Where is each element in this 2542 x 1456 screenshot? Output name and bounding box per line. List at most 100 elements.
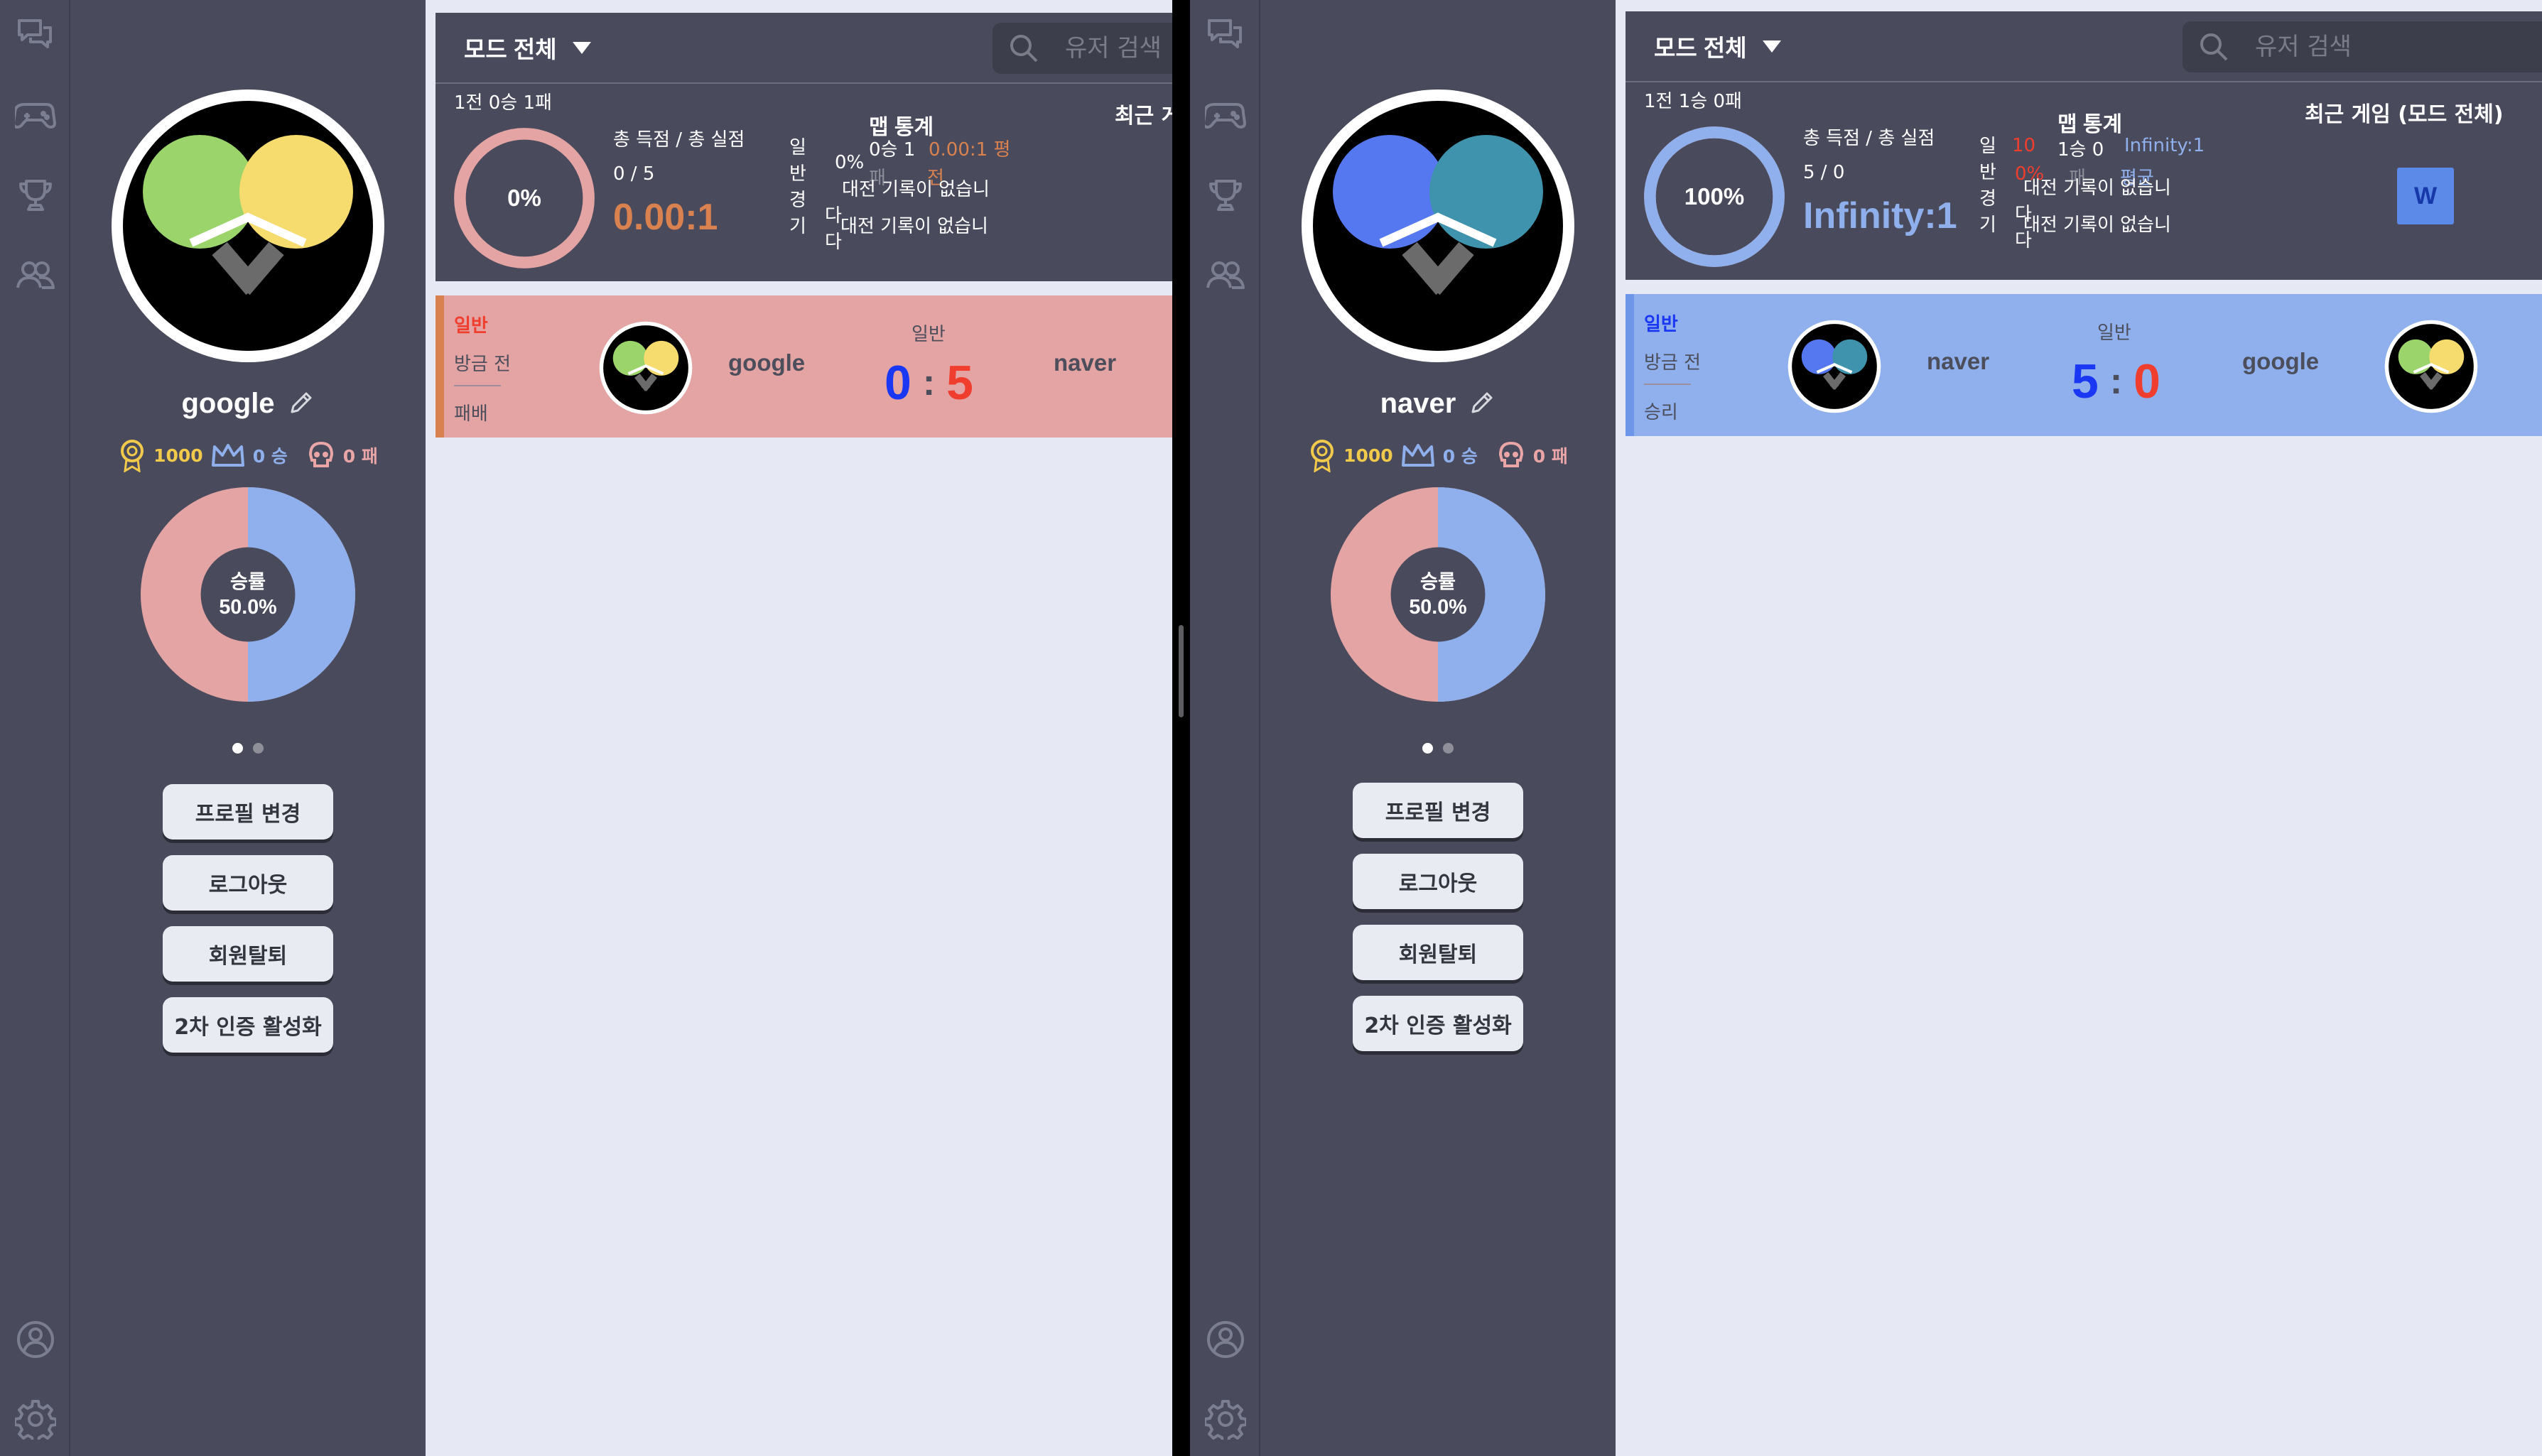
mode-dropdown[interactable]: 모드 전체 (1654, 27, 1781, 65)
dropdown-arrow-icon (572, 41, 591, 54)
user-stats: 1000 0 승 0 패 (1260, 438, 1616, 473)
mode-dropdown[interactable]: 모드 전체 (464, 28, 591, 67)
map-line1-a: 10 (2012, 135, 2036, 156)
edit-profile-button[interactable]: 프로필 변경 (1353, 783, 1523, 838)
vchar: 반 (1979, 162, 1996, 183)
player1-avatar[interactable] (1786, 318, 1883, 415)
match-result: 승리 (1644, 402, 1678, 423)
match-time: 방금 전 (1644, 352, 1702, 374)
player1-name[interactable]: naver (1927, 348, 1989, 375)
wins-count: 0 승 (252, 446, 288, 467)
carousel-dots[interactable] (70, 743, 426, 754)
map-line1-b: 1승 0 (2057, 139, 2104, 161)
carousel-dot-active[interactable] (232, 743, 243, 754)
rating-value: 1000 (1343, 445, 1393, 466)
profile-sidebar: google 1000 0 승 0 패 승률 50.0% 프로필 변경 로그아웃… (70, 0, 426, 1456)
vchar: 기 (1979, 214, 1996, 236)
carousel-dot[interactable] (253, 743, 264, 754)
gamepad-icon[interactable] (1203, 92, 1248, 138)
carousel-dot-active[interactable] (1422, 743, 1433, 754)
stats-panel: 1전 1승 0패 100% 총 득점 / 총 실점 5 / 0 Infinity… (1626, 81, 2542, 280)
no-record-1: 대전 기록이 없습니 (842, 179, 990, 200)
enable-2fa-button[interactable]: 2차 인증 활성화 (163, 997, 333, 1053)
divider (1644, 384, 1691, 385)
carousel-dots[interactable] (1260, 743, 1616, 754)
vchar: 경 (1979, 188, 1996, 210)
edit-pencil-icon[interactable] (286, 389, 315, 418)
player1-name[interactable]: google (728, 349, 805, 376)
recent-games-title: 최근 게 (1115, 104, 1172, 129)
player2-avatar[interactable] (2383, 318, 2479, 415)
username-row: naver (1260, 384, 1616, 423)
profile-icon[interactable] (1203, 1317, 1248, 1362)
points-value: 5 / 0 (1803, 162, 1845, 183)
winrate-value: 50.0% (1409, 596, 1466, 619)
points-value: 0 / 5 (613, 163, 655, 185)
score-player2: 0 (2133, 354, 2160, 408)
recent-games-title: 최근 게임 (모드 전체) (2305, 102, 2504, 127)
trophy-icon[interactable] (1203, 173, 1248, 219)
friends-icon[interactable] (13, 253, 58, 298)
avatar (112, 89, 384, 362)
score-ratio: Infinity:1 (1803, 195, 1957, 237)
trophy-icon[interactable] (13, 173, 58, 219)
vchar: 일 (789, 137, 806, 158)
match-time: 방금 전 (454, 354, 512, 375)
friends-icon[interactable] (1203, 253, 1248, 298)
edit-profile-button[interactable]: 프로필 변경 (163, 784, 333, 840)
match-mode: 일반 (1644, 314, 1678, 335)
search-input[interactable] (2255, 33, 2542, 61)
score-ratio: 0.00:1 (613, 197, 718, 238)
top-bar: 모드 전체 (1626, 11, 2542, 81)
match-mode: 일반 (454, 315, 488, 337)
recent-win-badge[interactable]: W (2397, 168, 2454, 224)
player2-name[interactable]: naver (1054, 349, 1116, 376)
avatar (1302, 89, 1574, 362)
carousel-dot[interactable] (1443, 743, 1454, 754)
dropdown-arrow-icon (1762, 40, 1781, 53)
edit-pencil-icon[interactable] (1467, 389, 1496, 418)
match-history-card[interactable]: 일반 방금 전 승리 naver 일반 5 : 0 google (1626, 294, 2542, 436)
score-colon: : (2109, 361, 2123, 402)
withdraw-button[interactable]: 회원탈퇴 (1353, 925, 1523, 980)
winrate-value: 50.0% (219, 596, 276, 619)
logout-button[interactable]: 로그아웃 (163, 855, 333, 911)
match-history-card[interactable]: 일반 방금 전 패배 google 일반 0 : 5 naver (436, 295, 1172, 438)
search-input[interactable] (1065, 34, 1172, 63)
right-window: naver 1000 0 승 0 패 승률 50.0% 프로필 변경 로그아웃 … (1190, 0, 2542, 1456)
chat-icon[interactable] (1203, 13, 1248, 58)
winrate-label: 승률 (230, 571, 266, 593)
username: naver (1380, 387, 1456, 419)
winrate-donut: 승률 50.0% (1331, 487, 1545, 702)
chat-icon[interactable] (13, 13, 58, 58)
settings-icon[interactable] (13, 1396, 58, 1442)
icon-bar (0, 0, 70, 1456)
score-player1: 0 (885, 356, 912, 410)
logout-button[interactable]: 로그아웃 (1353, 854, 1523, 909)
vertical-text-1: 일 반 경 기 (1979, 134, 2002, 239)
crown-icon (211, 444, 244, 467)
enable-2fa-button[interactable]: 2차 인증 활성화 (1353, 996, 1523, 1051)
username: google (181, 387, 275, 419)
wins-count: 0 승 (1442, 446, 1478, 467)
divider (454, 385, 501, 386)
vchar: 기 (789, 216, 806, 237)
username-row: google (70, 384, 426, 423)
no-record-2: 대전 기록이 없습니 (2023, 214, 2171, 236)
user-search[interactable] (993, 23, 1172, 74)
profile-icon[interactable] (13, 1317, 58, 1362)
stats-panel: 1전 0승 1패 0% 총 득점 / 총 실점 0 / 5 0.00:1 일 반… (436, 82, 1172, 281)
split-resize-handle[interactable] (1179, 625, 1184, 717)
medal-icon (121, 440, 144, 472)
gamepad-icon[interactable] (13, 92, 58, 138)
rating-value: 1000 (153, 445, 203, 466)
withdraw-button[interactable]: 회원탈퇴 (163, 926, 333, 982)
icon-bar (1190, 0, 1260, 1456)
win-percent: 100% (1684, 183, 1745, 210)
player2-name[interactable]: google (2242, 348, 2319, 375)
vertical-text-1: 일 반 경 기 (789, 135, 812, 240)
player1-avatar[interactable] (597, 320, 694, 416)
user-search[interactable] (2183, 21, 2542, 72)
match-score: 0 : 5 (885, 355, 973, 411)
settings-icon[interactable] (1203, 1396, 1248, 1442)
